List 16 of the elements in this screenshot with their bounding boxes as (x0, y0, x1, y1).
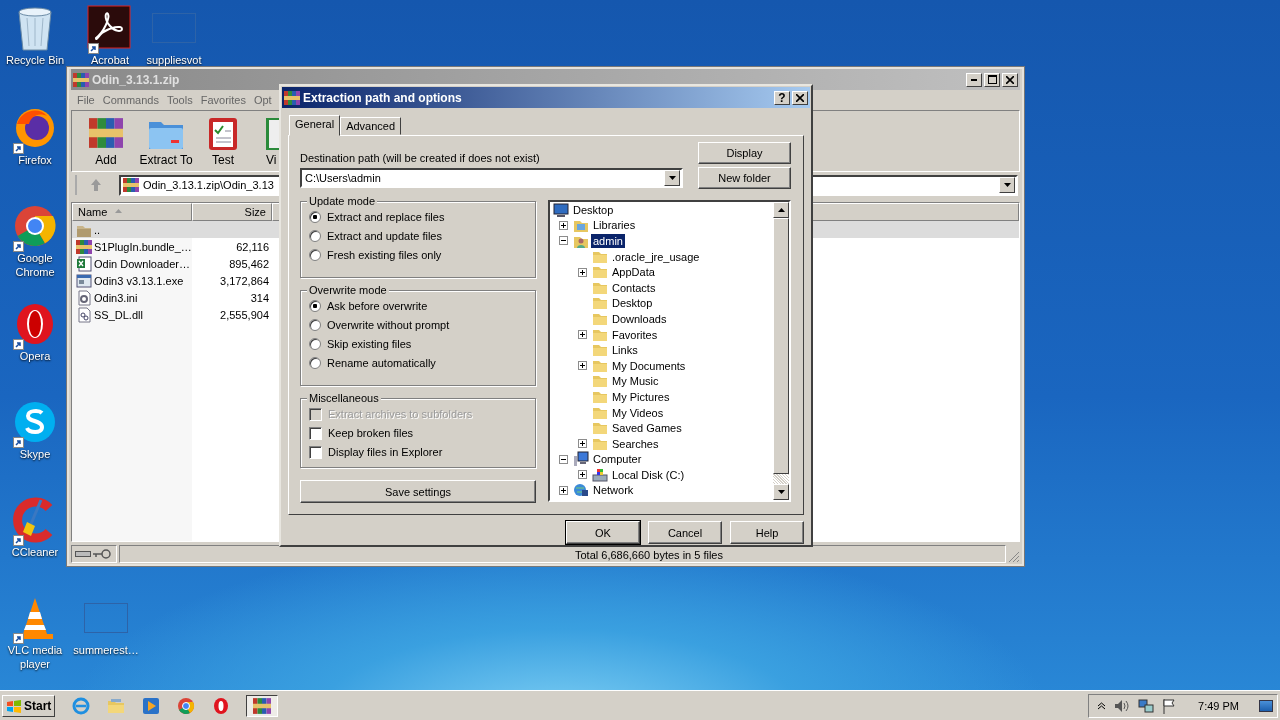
option-label: Overwrite without prompt (327, 319, 450, 331)
dialog-title: Extraction path and options (303, 90, 462, 105)
option-label: Skip existing files (327, 338, 412, 350)
option-label: Fresh existing files only (327, 249, 442, 261)
option-label: Extract and update files (327, 230, 442, 242)
option-label: Display files in Explorer (328, 446, 443, 458)
window-title: Odin_3.13.1.zip (92, 72, 180, 87)
field-label: Destination path (will be created if does not exist) (300, 152, 541, 164)
group-title: Overwrite mode (307, 284, 389, 296)
option-label: Keep broken files (328, 427, 413, 439)
status-text: Total 6,686,660 bytes in 5 files (575, 549, 723, 561)
group-title: Update mode (307, 195, 378, 207)
option-label: Ask before overwrite (327, 300, 428, 312)
option-label: Rename automatically (327, 357, 436, 369)
option-label: Extract and replace files (327, 211, 445, 223)
group-title: Miscellaneous (307, 392, 381, 404)
